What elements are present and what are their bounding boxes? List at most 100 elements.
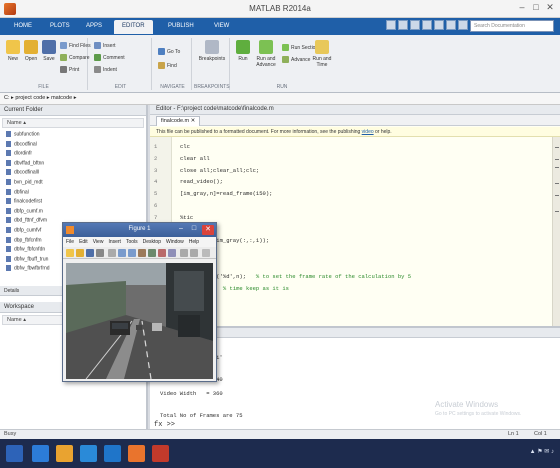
- insert-icon: [94, 42, 101, 49]
- list-item[interactable]: dbvffad_bftnn: [6, 159, 44, 168]
- tab-view[interactable]: VIEW: [206, 20, 237, 34]
- plot-tools-icon[interactable]: [202, 249, 210, 257]
- list-item[interactable]: dbfp_cumfvf: [6, 227, 41, 235]
- acrobat-icon[interactable]: [152, 445, 169, 462]
- word-icon[interactable]: [104, 445, 121, 462]
- save-figure-icon[interactable]: [86, 249, 94, 257]
- figure-close-icon[interactable]: ✕: [202, 225, 214, 235]
- matlab-taskbar-icon[interactable]: [128, 445, 145, 462]
- file-name: dlordinfr: [14, 150, 33, 157]
- run-group: Run Run and Advance Run Section Advance …: [232, 38, 332, 90]
- search-documentation-input[interactable]: Search Documentation: [470, 20, 554, 32]
- command-prompt[interactable]: fx >>: [154, 421, 175, 429]
- list-item[interactable]: finalcodefirst: [6, 198, 42, 206]
- comment-button[interactable]: Comment: [94, 54, 125, 61]
- figure-minimize-icon[interactable]: –: [175, 225, 187, 235]
- video-link[interactable]: video: [362, 129, 374, 135]
- list-item[interactable]: dbfw_fbuff_trun: [6, 255, 48, 264]
- list-item[interactable]: dbfp_cumf.m: [6, 207, 43, 216]
- menu-view[interactable]: View: [93, 239, 104, 245]
- menu-window[interactable]: Window: [166, 239, 184, 245]
- menu-file[interactable]: File: [66, 239, 74, 245]
- brush-icon[interactable]: [168, 249, 176, 257]
- rotate-icon[interactable]: [148, 249, 156, 257]
- tab-publish[interactable]: PUBLISH: [160, 20, 202, 34]
- address-bar[interactable]: C: ▸ project code ▸ matcode ▸: [0, 93, 560, 105]
- file-explorer-icon[interactable]: [56, 445, 73, 462]
- menu-help[interactable]: Help: [189, 239, 199, 245]
- figure-window[interactable]: Figure 1 – □ ✕ File Edit View Insert Tools De…: [62, 222, 217, 382]
- file-group-label: FILE: [38, 84, 49, 90]
- pan-icon[interactable]: [138, 249, 146, 257]
- editor-scrollbar[interactable]: [552, 137, 560, 326]
- list-item[interactable]: dbfinal: [6, 188, 29, 197]
- compare-button[interactable]: Compare: [60, 54, 90, 61]
- list-item[interactable]: dbcodfinal: [6, 140, 37, 149]
- run-and-advance-button[interactable]: Run and Advance: [254, 40, 278, 68]
- undo-quick-icon[interactable]: [434, 20, 444, 30]
- open-file-icon[interactable]: [76, 249, 84, 257]
- indent-button[interactable]: Indent: [94, 66, 117, 73]
- list-item[interactable]: dbp_fbfcnfm: [6, 236, 42, 245]
- tab-home[interactable]: HOME: [6, 20, 40, 34]
- tab-editor[interactable]: EDITOR: [114, 20, 153, 34]
- cut-quick-icon[interactable]: [398, 20, 408, 30]
- close-icon[interactable]: ✕: [543, 2, 557, 15]
- ribbon-toolbar: New Open Save Find Files Compare Print F…: [0, 35, 560, 93]
- find-button[interactable]: Find: [158, 62, 177, 69]
- store-icon[interactable]: [80, 445, 97, 462]
- menu-tools[interactable]: Tools: [126, 239, 138, 245]
- current-folder-name-column[interactable]: Name ▴: [2, 118, 144, 128]
- publish-info-bar: This file can be published to a formatte…: [150, 127, 560, 137]
- legend-icon[interactable]: [190, 249, 198, 257]
- editor-tab-finalcode[interactable]: finalcode.m ✕: [156, 116, 201, 126]
- new-figure-icon[interactable]: [66, 249, 74, 257]
- breakpoints-button[interactable]: Breakpoints: [198, 40, 226, 62]
- menu-insert[interactable]: Insert: [108, 239, 121, 245]
- paste-quick-icon[interactable]: [422, 20, 432, 30]
- menu-desktop[interactable]: Desktop: [143, 239, 161, 245]
- insert-button[interactable]: Insert: [94, 42, 116, 49]
- list-item[interactable]: subfunction: [6, 131, 40, 139]
- colorbar-icon[interactable]: [180, 249, 188, 257]
- zoom-out-icon[interactable]: [128, 249, 136, 257]
- print-button[interactable]: Print: [60, 66, 79, 73]
- list-item[interactable]: dbcodfinalll: [6, 169, 39, 177]
- figure-title-bar[interactable]: Figure 1 – □ ✕: [63, 223, 216, 237]
- zoom-in-icon[interactable]: [118, 249, 126, 257]
- figure-menu-bar: File Edit View Insert Tools Desktop Window Help: [63, 237, 216, 247]
- tab-plots[interactable]: PLOTS: [42, 20, 78, 34]
- help-quick-icon[interactable]: [458, 20, 468, 30]
- file-name: bvn_pid_mdt: [14, 179, 43, 186]
- matlab-file-icon: [6, 207, 11, 214]
- open-button[interactable]: Open: [22, 40, 40, 62]
- figure-maximize-icon[interactable]: □: [188, 225, 200, 235]
- list-item[interactable]: dbfw_fbwfbrfrnd: [6, 265, 50, 273]
- find-files-button[interactable]: Find Files: [60, 42, 91, 49]
- start-icon[interactable]: [6, 445, 23, 462]
- redo-quick-icon[interactable]: [446, 20, 456, 30]
- file-name: dbcodfinalll: [14, 169, 40, 176]
- new-button[interactable]: New: [4, 40, 22, 62]
- menu-edit[interactable]: Edit: [79, 239, 88, 245]
- list-item[interactable]: dlordinfr: [6, 150, 32, 158]
- print-figure-icon[interactable]: [96, 249, 104, 257]
- tab-apps[interactable]: APPS: [78, 20, 110, 34]
- go-to-button[interactable]: Go To: [158, 48, 180, 55]
- system-tray[interactable]: ▲ ⚑ ✉ ♪: [530, 448, 554, 455]
- internet-explorer-icon[interactable]: [32, 445, 49, 462]
- list-item[interactable]: bvn_pid_mdt: [6, 179, 43, 187]
- advance-button[interactable]: Advance: [282, 56, 310, 63]
- run-and-time-button[interactable]: Run and Time: [312, 40, 332, 68]
- run-advance-icon: [259, 40, 273, 54]
- copy-quick-icon[interactable]: [410, 20, 420, 30]
- pointer-icon[interactable]: [108, 249, 116, 257]
- run-button[interactable]: Run: [234, 40, 252, 62]
- maximize-icon[interactable]: □: [529, 2, 543, 15]
- list-item[interactable]: dbfw_fbfcnfdn: [6, 246, 45, 254]
- save-button[interactable]: Save: [40, 40, 58, 62]
- minimize-icon[interactable]: –: [515, 2, 529, 15]
- list-item[interactable]: dbd_fttnf_dfvm: [6, 217, 47, 225]
- save-quick-icon[interactable]: [386, 20, 396, 30]
- data-cursor-icon[interactable]: [158, 249, 166, 257]
